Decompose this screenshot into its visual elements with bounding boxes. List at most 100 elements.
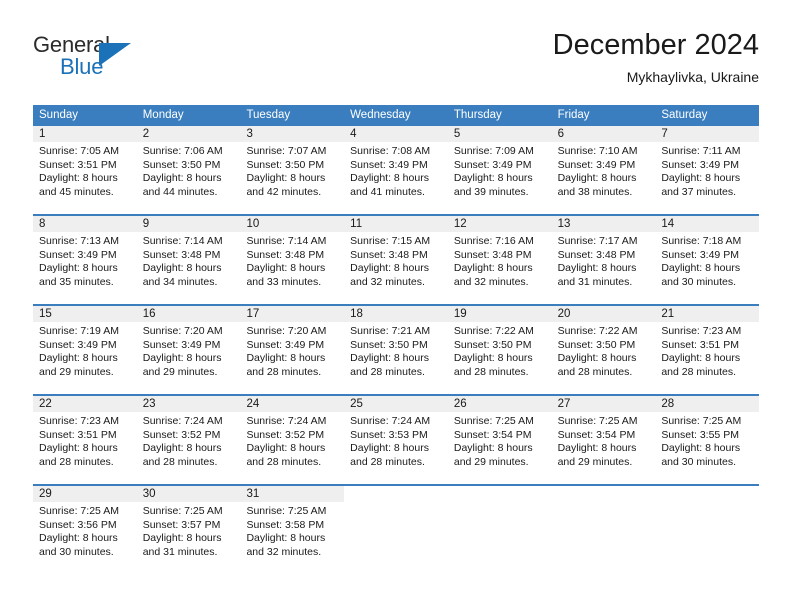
day-cell[interactable]: 31 Sunrise: 7:25 AM Sunset: 3:58 PM Dayl… — [240, 486, 345, 566]
day-cell[interactable]: 12 Sunrise: 7:16 AM Sunset: 3:48 PM Dayl… — [447, 216, 552, 296]
day-details: Sunrise: 7:06 AM Sunset: 3:50 PM Dayligh… — [137, 142, 241, 199]
day-details: Sunrise: 7:17 AM Sunset: 3:48 PM Dayligh… — [552, 232, 656, 289]
sunrise-text: Sunrise: 7:22 AM — [557, 325, 638, 337]
day-cell[interactable]: 29 Sunrise: 7:25 AM Sunset: 3:56 PM Dayl… — [33, 486, 137, 566]
day-details: Sunrise: 7:11 AM Sunset: 3:49 PM Dayligh… — [655, 142, 759, 199]
day-cell[interactable]: 13 Sunrise: 7:17 AM Sunset: 3:48 PM Dayl… — [551, 216, 656, 296]
day-details: Sunrise: 7:24 AM Sunset: 3:52 PM Dayligh… — [240, 412, 344, 469]
sunset-text: Sunset: 3:50 PM — [350, 338, 428, 351]
sunrise-text: Sunrise: 7:19 AM — [39, 325, 119, 337]
day-cell[interactable]: 18 Sunrise: 7:21 AM Sunset: 3:50 PM Dayl… — [344, 306, 448, 386]
daylight-text-line2: and 42 minutes. — [246, 185, 322, 198]
sunrise-text: Sunrise: 7:07 AM — [246, 145, 327, 157]
day-number — [448, 486, 552, 502]
weekday-header-thursday: Thursday — [453, 109, 502, 121]
day-number: 26 — [447, 396, 552, 412]
day-number: 22 — [33, 396, 137, 412]
day-cell[interactable]: 2 Sunrise: 7:06 AM Sunset: 3:50 PM Dayli… — [136, 126, 241, 206]
sunset-text: Sunset: 3:48 PM — [453, 248, 532, 261]
day-cell[interactable]: 25 Sunrise: 7:24 AM Sunset: 3:53 PM Dayl… — [344, 396, 448, 476]
daylight-text-line2: and 44 minutes. — [142, 185, 218, 198]
day-details: Sunrise: 7:20 AM Sunset: 3:49 PM Dayligh… — [137, 322, 241, 379]
sunset-text: Sunset: 3:56 PM — [39, 518, 117, 531]
day-details: Sunrise: 7:25 AM Sunset: 3:54 PM Dayligh… — [448, 412, 552, 469]
daylight-text-line1: Daylight: 8 hours — [142, 172, 222, 185]
day-cell[interactable]: 21 Sunrise: 7:23 AM Sunset: 3:51 PM Dayl… — [655, 306, 760, 386]
day-details: Sunrise: 7:09 AM Sunset: 3:49 PM Dayligh… — [448, 142, 552, 199]
day-details: Sunrise: 7:18 AM Sunset: 3:49 PM Dayligh… — [655, 232, 759, 289]
day-cell[interactable]: 16 Sunrise: 7:20 AM Sunset: 3:49 PM Dayl… — [136, 306, 241, 386]
daylight-text-line1: Daylight: 8 hours — [39, 532, 118, 545]
day-cell-empty — [447, 486, 552, 566]
daylight-text-line2: and 35 minutes. — [39, 275, 114, 288]
daylight-text-line2: and 45 minutes. — [39, 185, 114, 198]
day-cell[interactable]: 1 Sunrise: 7:05 AM Sunset: 3:51 PM Dayli… — [33, 126, 137, 206]
day-details: Sunrise: 7:21 AM Sunset: 3:50 PM Dayligh… — [344, 322, 448, 379]
day-cell[interactable]: 7 Sunrise: 7:11 AM Sunset: 3:49 PM Dayli… — [655, 126, 760, 206]
day-number: 5 — [447, 126, 552, 142]
day-cell[interactable]: 10 Sunrise: 7:14 AM Sunset: 3:48 PM Dayl… — [240, 216, 345, 296]
day-number: 23 — [136, 396, 241, 412]
day-cell[interactable]: 24 Sunrise: 7:24 AM Sunset: 3:52 PM Dayl… — [240, 396, 345, 476]
sunrise-text: Sunrise: 7:13 AM — [39, 235, 119, 247]
daylight-text-line1: Daylight: 8 hours — [142, 352, 222, 365]
day-details: Sunrise: 7:15 AM Sunset: 3:48 PM Dayligh… — [344, 232, 448, 289]
day-details: Sunrise: 7:25 AM Sunset: 3:54 PM Dayligh… — [552, 412, 656, 469]
calendar-grid: Sunday Monday Tuesday Wednesday Thursday… — [33, 105, 760, 566]
weekday-header-friday: Friday — [557, 109, 590, 121]
day-cell[interactable]: 15 Sunrise: 7:19 AM Sunset: 3:49 PM Dayl… — [33, 306, 137, 386]
day-cell[interactable]: 27 Sunrise: 7:25 AM Sunset: 3:54 PM Dayl… — [551, 396, 656, 476]
daylight-text-line2: and 29 minutes. — [453, 455, 529, 468]
daylight-text-line1: Daylight: 8 hours — [142, 442, 222, 455]
day-details: Sunrise: 7:08 AM Sunset: 3:49 PM Dayligh… — [344, 142, 448, 199]
day-cell[interactable]: 3 Sunrise: 7:07 AM Sunset: 3:50 PM Dayli… — [240, 126, 345, 206]
day-cell[interactable]: 4 Sunrise: 7:08 AM Sunset: 3:49 PM Dayli… — [344, 126, 448, 206]
day-details: Sunrise: 7:24 AM Sunset: 3:52 PM Dayligh… — [137, 412, 241, 469]
sunset-text: Sunset: 3:48 PM — [557, 248, 636, 261]
sunset-text: Sunset: 3:57 PM — [142, 518, 221, 531]
day-cell[interactable]: 9 Sunrise: 7:14 AM Sunset: 3:48 PM Dayli… — [136, 216, 241, 296]
daylight-text-line2: and 39 minutes. — [453, 185, 529, 198]
day-cell[interactable]: 6 Sunrise: 7:10 AM Sunset: 3:49 PM Dayli… — [551, 126, 656, 206]
sunrise-text: Sunrise: 7:23 AM — [661, 325, 742, 337]
day-cell[interactable]: 26 Sunrise: 7:25 AM Sunset: 3:54 PM Dayl… — [447, 396, 552, 476]
daylight-text-line2: and 41 minutes. — [350, 185, 425, 198]
daylight-text-line1: Daylight: 8 hours — [246, 532, 326, 545]
day-cell[interactable]: 8 Sunrise: 7:13 AM Sunset: 3:49 PM Dayli… — [33, 216, 137, 296]
day-cell[interactable]: 30 Sunrise: 7:25 AM Sunset: 3:57 PM Dayl… — [136, 486, 241, 566]
day-cell[interactable]: 17 Sunrise: 7:20 AM Sunset: 3:49 PM Dayl… — [240, 306, 345, 386]
day-cell[interactable]: 22 Sunrise: 7:23 AM Sunset: 3:51 PM Dayl… — [33, 396, 137, 476]
sunrise-text: Sunrise: 7:25 AM — [557, 415, 638, 427]
day-details: Sunrise: 7:14 AM Sunset: 3:48 PM Dayligh… — [137, 232, 241, 289]
sunrise-text: Sunrise: 7:15 AM — [350, 235, 431, 247]
day-cell[interactable]: 5 Sunrise: 7:09 AM Sunset: 3:49 PM Dayli… — [447, 126, 552, 206]
sunrise-text: Sunrise: 7:08 AM — [350, 145, 431, 157]
sunrise-text: Sunrise: 7:21 AM — [350, 325, 431, 337]
sunrise-text: Sunrise: 7:20 AM — [246, 325, 327, 337]
weekday-header-saturday: Saturday — [661, 109, 708, 121]
day-cell[interactable]: 28 Sunrise: 7:25 AM Sunset: 3:55 PM Dayl… — [655, 396, 760, 476]
daylight-text-line2: and 31 minutes. — [557, 275, 633, 288]
general-blue-logo[interactable]: General Blue — [33, 32, 183, 84]
day-cell[interactable]: 14 Sunrise: 7:18 AM Sunset: 3:49 PM Dayl… — [655, 216, 760, 296]
day-details: Sunrise: 7:07 AM Sunset: 3:50 PM Dayligh… — [240, 142, 344, 199]
sunrise-text: Sunrise: 7:24 AM — [350, 415, 431, 427]
day-cell[interactable]: 11 Sunrise: 7:15 AM Sunset: 3:48 PM Dayl… — [344, 216, 448, 296]
day-cell[interactable]: 19 Sunrise: 7:22 AM Sunset: 3:50 PM Dayl… — [447, 306, 552, 386]
daylight-text-line1: Daylight: 8 hours — [39, 172, 118, 185]
day-number: 7 — [655, 126, 760, 142]
day-details: Sunrise: 7:25 AM Sunset: 3:56 PM Dayligh… — [33, 502, 137, 559]
sunrise-text: Sunrise: 7:14 AM — [142, 235, 223, 247]
day-details: Sunrise: 7:23 AM Sunset: 3:51 PM Dayligh… — [33, 412, 137, 469]
daylight-text-line2: and 28 minutes. — [661, 365, 737, 378]
week-row: 1 Sunrise: 7:05 AM Sunset: 3:51 PM Dayli… — [33, 126, 760, 206]
daylight-text-line2: and 28 minutes. — [246, 455, 322, 468]
day-cell[interactable]: 20 Sunrise: 7:22 AM Sunset: 3:50 PM Dayl… — [551, 306, 656, 386]
daylight-text-line1: Daylight: 8 hours — [557, 262, 637, 275]
day-details: Sunrise: 7:13 AM Sunset: 3:49 PM Dayligh… — [33, 232, 137, 289]
daylight-text-line2: and 28 minutes. — [350, 455, 425, 468]
day-details: Sunrise: 7:25 AM Sunset: 3:58 PM Dayligh… — [240, 502, 344, 559]
day-cell[interactable]: 23 Sunrise: 7:24 AM Sunset: 3:52 PM Dayl… — [136, 396, 241, 476]
weekday-header-wednesday: Wednesday — [350, 109, 411, 121]
sunset-text: Sunset: 3:49 PM — [350, 158, 428, 171]
